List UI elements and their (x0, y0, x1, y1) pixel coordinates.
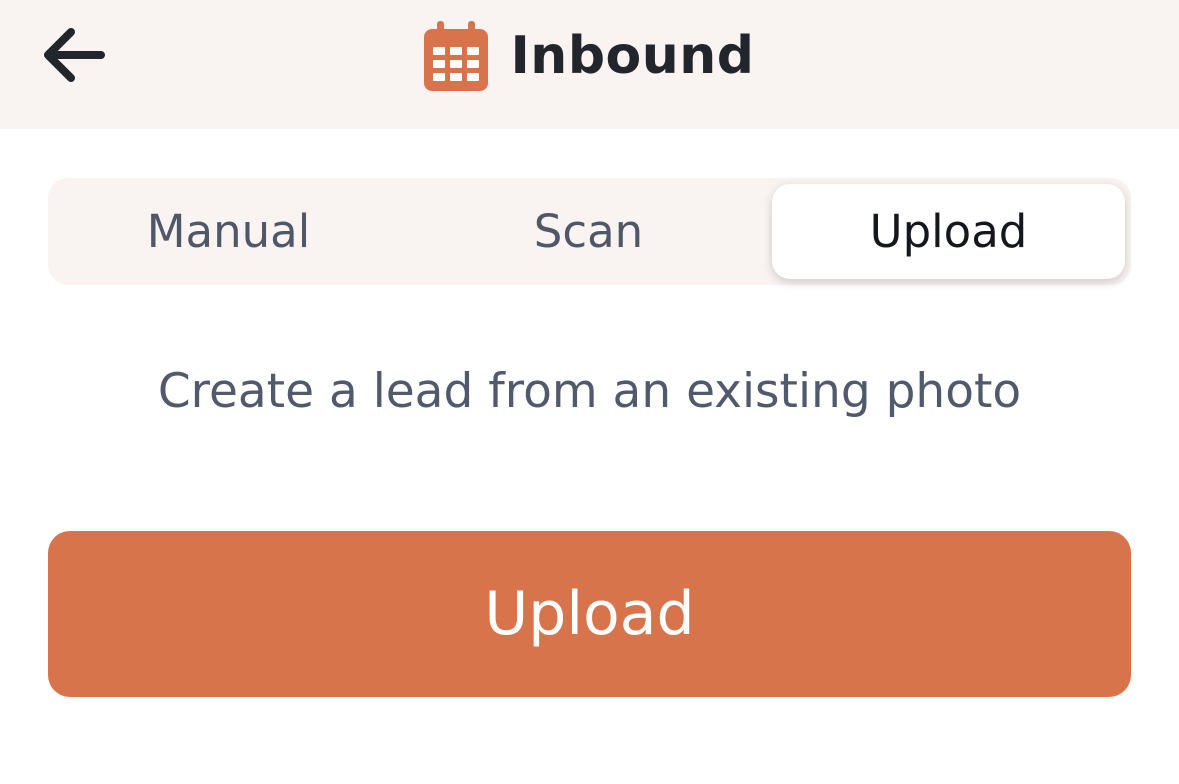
upload-description: Create a lead from an existing photo (157, 364, 1022, 419)
top-bar: Inbound (0, 0, 1179, 129)
tab-upload[interactable]: Upload (772, 184, 1125, 279)
page-title: Inbound (510, 26, 755, 86)
calendar-icon (424, 21, 489, 91)
tab-scan[interactable]: Scan (412, 184, 765, 279)
tab-manual[interactable]: Manual (52, 184, 405, 279)
upload-button[interactable]: Upload (48, 531, 1131, 697)
mode-segmented-control: Manual Scan Upload (48, 178, 1131, 285)
header-title-group: Inbound (0, 16, 1179, 96)
